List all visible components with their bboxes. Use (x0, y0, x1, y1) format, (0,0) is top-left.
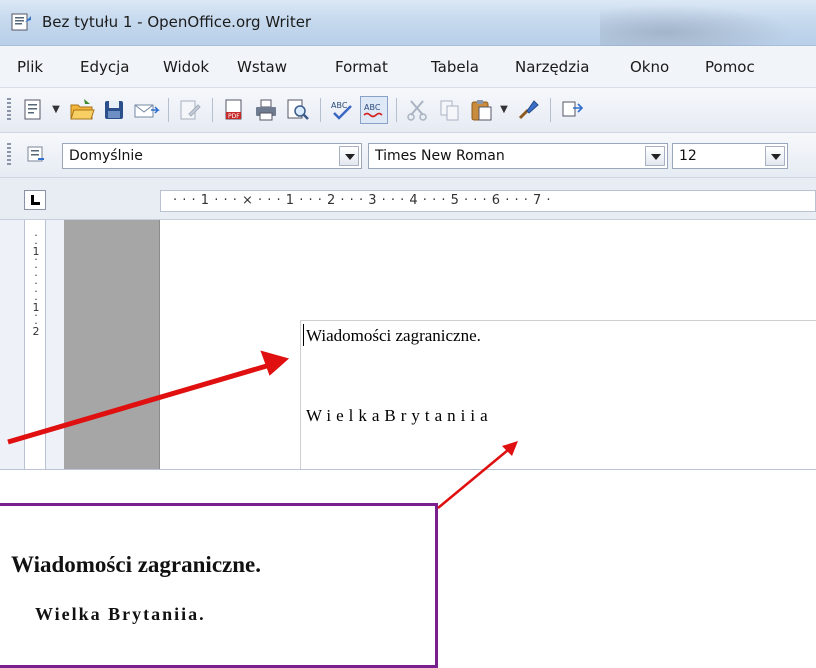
toolbar-separator (396, 98, 397, 122)
svg-text:ABC: ABC (364, 103, 381, 112)
font-name-combo[interactable]: Times New Roman (368, 143, 668, 169)
page-preview-icon[interactable] (284, 96, 312, 124)
copy-icon[interactable] (436, 96, 464, 124)
menu-widok[interactable]: Widok (163, 58, 209, 76)
menu-plik[interactable]: Plik (17, 58, 43, 76)
writer-window: Bez tytułu 1 - OpenOffice.org Writer Pli… (0, 0, 816, 470)
title-bar: Bez tytułu 1 - OpenOffice.org Writer (0, 0, 816, 46)
menu-bar: Plik Edycja Widok Wstaw Format Tabela Na… (0, 46, 816, 88)
horizontal-ruler[interactable]: · · · 1 · · · ⨯ · · · 1 · · · 2 · · · 3 … (160, 190, 816, 212)
vertical-ruler[interactable]: · · 1 · · · · · · 1 · · 2 (24, 220, 46, 469)
tab-stop-selector-icon[interactable] (24, 190, 46, 210)
new-document-icon[interactable] (20, 96, 48, 124)
horizontal-ruler-marks: · · · 1 · · · ⨯ · · · 1 · · · 2 · · · 3 … (173, 193, 552, 208)
toolbar-overflow-icon[interactable] (558, 96, 586, 124)
formatting-toolbar: Domyślnie Times New Roman 12 (0, 133, 816, 178)
page-outer-margin (64, 220, 160, 469)
open-folder-icon[interactable] (68, 96, 96, 124)
menu-edycja[interactable]: Edycja (80, 58, 129, 76)
writer-app-icon (10, 12, 32, 32)
ruler-bar: · · · 1 · · · ⨯ · · · 1 · · · 2 · · · 3 … (0, 178, 816, 220)
window-title: Bez tytułu 1 - OpenOffice.org Writer (42, 13, 312, 31)
new-dropdown-chevron-icon[interactable]: ▼ (50, 98, 62, 122)
text-cursor (303, 324, 304, 346)
paragraph-style-combo[interactable]: Domyślnie (62, 143, 362, 169)
menu-format[interactable]: Format (335, 58, 388, 76)
standard-toolbar: ▼ PDF ABC ABC ▼ (0, 88, 816, 133)
cut-icon[interactable] (404, 96, 432, 124)
autospellcheck-icon[interactable]: ABC (360, 96, 388, 124)
toolbar-separator (212, 98, 213, 122)
font-size-value: 12 (679, 148, 697, 164)
email-icon[interactable] (132, 96, 160, 124)
edit-file-icon[interactable] (176, 96, 204, 124)
vertical-ruler-marks: · · 1 · · · · · · 1 · · 2 (32, 229, 40, 338)
document-line-2[interactable]: WielkaBrytaniia (306, 406, 493, 426)
paragraph-style-value: Domyślnie (69, 148, 143, 164)
font-name-value: Times New Roman (375, 148, 505, 164)
toolbar-grip[interactable] (7, 143, 11, 167)
callout-line-1: Wiadomości zagraniczne. (11, 552, 261, 577)
font-size-combo[interactable]: 12 (672, 143, 788, 169)
menu-wstaw[interactable]: Wstaw (237, 58, 287, 76)
format-paintbrush-icon[interactable] (514, 96, 542, 124)
export-pdf-icon[interactable]: PDF (220, 96, 248, 124)
menu-pomoc[interactable]: Pomoc (705, 58, 755, 76)
toolbar-grip[interactable] (7, 98, 11, 122)
chevron-down-icon[interactable] (765, 146, 785, 166)
menu-tabela[interactable]: Tabela (431, 58, 479, 76)
svg-text:ABC: ABC (331, 101, 348, 110)
title-bar-decoration (600, 0, 816, 46)
toolbar-separator (550, 98, 551, 122)
callout-line-2: Wielka Brytaniia. (35, 604, 206, 624)
paste-dropdown-chevron-icon[interactable]: ▼ (498, 98, 510, 122)
save-icon[interactable] (100, 96, 128, 124)
menu-okno[interactable]: Okno (630, 58, 669, 76)
paste-icon[interactable] (468, 96, 496, 124)
menu-narzedzia[interactable]: Narzędzia (515, 58, 589, 76)
document-line-1[interactable]: Wiadomości zagraniczne. (306, 326, 481, 346)
chevron-down-icon[interactable] (645, 146, 665, 166)
styles-formatting-icon[interactable] (22, 141, 50, 169)
print-icon[interactable] (252, 96, 280, 124)
document-page[interactable]: Wiadomości zagraniczne. WielkaBrytaniia (160, 220, 816, 469)
toolbar-separator (168, 98, 169, 122)
original-scan-callout: Wiadomości zagraniczne. Wielka Brytaniia… (0, 503, 438, 668)
svg-text:PDF: PDF (228, 113, 240, 120)
chevron-down-icon[interactable] (339, 146, 359, 166)
toolbar-separator (320, 98, 321, 122)
spellcheck-icon[interactable]: ABC (328, 96, 356, 124)
